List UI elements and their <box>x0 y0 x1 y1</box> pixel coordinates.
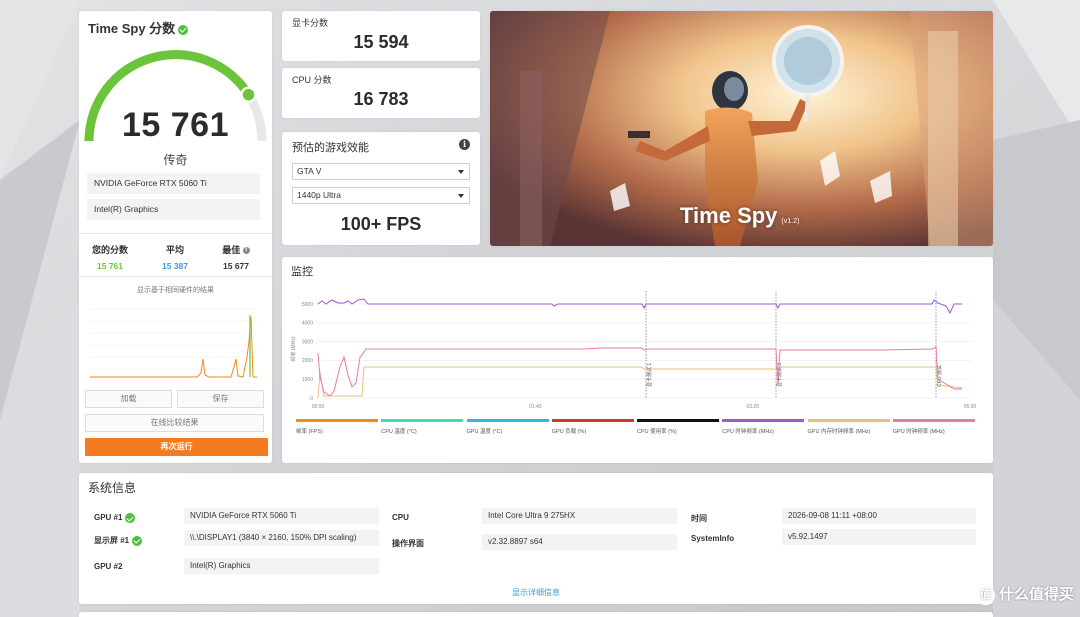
compare-average: 平均 15 387 <box>162 245 188 271</box>
histogram-caption: 显示基于相同硬件的结果 <box>137 287 214 294</box>
legend-item[interactable]: CPU 温度 (°C) <box>381 419 466 435</box>
legend-item[interactable]: GPU 负载 (%) <box>551 419 637 435</box>
display1-value: \\.\DISPLAY1 (3840 × 2160, 150% DPI scal… <box>184 530 379 546</box>
save-button[interactable]: 保存 <box>177 390 264 408</box>
load-button[interactable]: 加载 <box>85 390 172 408</box>
game-performance-title: 预估的游戏效能 <box>292 142 369 154</box>
y-tick-label: 3000 <box>302 339 313 345</box>
hardware-gpu: NVIDIA GeForce RTX 5060 Ti <box>87 173 260 194</box>
series-gpu-memory-clock <box>317 366 963 399</box>
cpu-score-value: 16 783 <box>353 89 409 109</box>
systeminfo-value: v5.92.1497 <box>782 529 976 545</box>
gpu-score-label: 显卡分数 <box>292 18 329 28</box>
legend-swatch <box>892 419 975 422</box>
benchmark-banner: Time Spy (v1.2) <box>490 11 993 246</box>
verified-check-icon <box>125 513 136 523</box>
game-select[interactable]: GTA V <box>292 163 470 180</box>
legend-item[interactable]: CPU 时钟频率 (MHz) <box>722 419 807 435</box>
legend-label: GPU 负载 (%) <box>551 429 587 435</box>
legend-swatch <box>722 419 805 422</box>
legend-swatch <box>551 419 634 422</box>
systeminfo-label: SystemInfo <box>691 534 735 543</box>
watermark-logo-icon: 值 <box>975 586 995 605</box>
legend-label: GPU 内存时钟频率 (MHz) <box>807 429 871 435</box>
gpu1-label: GPU #1 <box>94 513 136 523</box>
estimated-fps: 100+ FPS <box>340 214 422 234</box>
legend-swatch <box>296 419 378 422</box>
display1-label: 显示屏 #1 <box>94 535 143 546</box>
x-tick-label: 03:20 <box>746 404 759 410</box>
compare-best: 最佳 i 15 677 <box>222 245 250 271</box>
preset-select[interactable]: 1440p Ultra <box>292 187 470 204</box>
legend-label: CPU 时钟频率 (MHz) <box>722 429 774 435</box>
chart-legend: 帧率 (FPS) CPU 温度 (°C) GPU 温度 (°C) GPU 负载 (%)… <box>296 419 978 435</box>
y-tick-label: 4000 <box>302 321 313 327</box>
legend-item[interactable]: 帧率 (FPS) <box>296 419 381 435</box>
divider <box>79 276 272 277</box>
compare-online-button[interactable]: 在线比较结果 <box>85 414 264 432</box>
run-again-button[interactable]: 再次运行 <box>85 438 268 456</box>
ui-value: v2.32.8897 s64 <box>482 534 677 550</box>
gpu-score-value: 15 594 <box>353 32 409 52</box>
score-card: Time Spy 分数 15 761 传奇 NVIDIA GeForce RTX… <box>79 11 272 463</box>
marker-label: 显卡测试 1 <box>646 363 653 387</box>
series-cpu-clock <box>317 298 962 315</box>
ui-label: 操作界面 <box>392 539 424 548</box>
legend-label: CPU 温度 (°C) <box>381 429 417 435</box>
time-label: 时间 <box>691 514 707 523</box>
monitoring-chart: 0 1000 2000 3000 4000 5000 00:00 01:40 03:20 05:… <box>290 291 977 410</box>
legend-item[interactable]: GPU 时钟频率 (MHz) <box>892 419 978 435</box>
next-card-edge <box>79 612 993 617</box>
hardware-igpu: Intel(R) Graphics <box>87 199 260 220</box>
watermark: 值什么值得买 <box>975 583 1074 605</box>
gpu-score-card: 显卡分数 15 594 <box>282 11 480 61</box>
show-details-link[interactable]: 显示详细信息 <box>79 587 993 598</box>
legend-swatch <box>637 419 719 422</box>
score-histogram: 0250050007500100001250015000 <box>90 308 257 378</box>
y-tick-label: 1000 <box>302 377 313 383</box>
cpu-label: CPU <box>392 513 409 522</box>
compare-your-score: 您的分数 15 761 <box>91 245 128 271</box>
y-axis-label: 频率 (MHz) <box>290 336 297 361</box>
info-icon[interactable]: i <box>459 139 470 150</box>
legend-item[interactable]: GPU 内存时钟频率 (MHz) <box>807 419 893 435</box>
legend-swatch <box>807 419 890 422</box>
banner-title: Time Spy (v1.2) <box>680 203 800 228</box>
legend-label: GPU 时钟频率 (MHz) <box>892 429 945 435</box>
series-gpu-clock <box>317 346 962 397</box>
cpu-score-label: CPU 分数 <box>292 75 332 85</box>
game-performance-card: 预估的游戏效能 i GTA V 1440p Ultra 100+ FPS <box>282 132 480 245</box>
y-tick-label: 0 <box>310 396 313 402</box>
y-tick-label: 2000 <box>302 358 313 364</box>
system-info-card: 系统信息 GPU #1 NVIDIA GeForce RTX 5060 Ti 显… <box>79 473 993 604</box>
legend-label: CPU 使用率 (%) <box>637 429 677 435</box>
cpu-score-card: CPU 分数 16 783 <box>282 68 480 118</box>
gpu2-value: Intel(R) Graphics <box>184 558 379 574</box>
time-value: 2026-09-08 11:11 +08:00 <box>782 508 976 524</box>
gpu1-value: NVIDIA GeForce RTX 5060 Ti <box>184 508 379 524</box>
score-rank: 传奇 <box>163 153 188 167</box>
x-tick-label: 05:00 <box>964 404 977 410</box>
monitoring-card: 监控 0 1000 2000 3000 4000 5000 00:00 01:40 03:20… <box>282 257 993 463</box>
divider <box>79 233 272 234</box>
x-tick-label: 01:40 <box>529 404 542 410</box>
cpu-value: Intel Core Ultra 9 275HX <box>482 508 677 524</box>
verified-check-icon <box>178 24 189 35</box>
overall-score: 15 761 <box>122 106 229 144</box>
legend-item[interactable]: GPU 温度 (°C) <box>466 419 552 435</box>
gpu2-label: GPU #2 <box>94 562 123 571</box>
legend-label: 帧率 (FPS) <box>296 429 323 435</box>
info-icon[interactable]: i <box>242 247 250 255</box>
score-title: Time Spy 分数 <box>88 18 189 37</box>
system-info-title: 系统信息 <box>88 481 137 495</box>
caret-down-icon <box>458 170 464 174</box>
legend-item[interactable]: CPU 使用率 (%) <box>637 419 722 435</box>
verified-check-icon <box>132 535 143 546</box>
y-tick-label: 5000 <box>302 302 313 308</box>
legend-swatch <box>466 419 549 422</box>
caret-down-icon <box>458 194 464 198</box>
legend-swatch <box>381 419 464 422</box>
x-tick-label: 00:00 <box>312 404 325 410</box>
legend-label: GPU 温度 (°C) <box>466 429 503 435</box>
